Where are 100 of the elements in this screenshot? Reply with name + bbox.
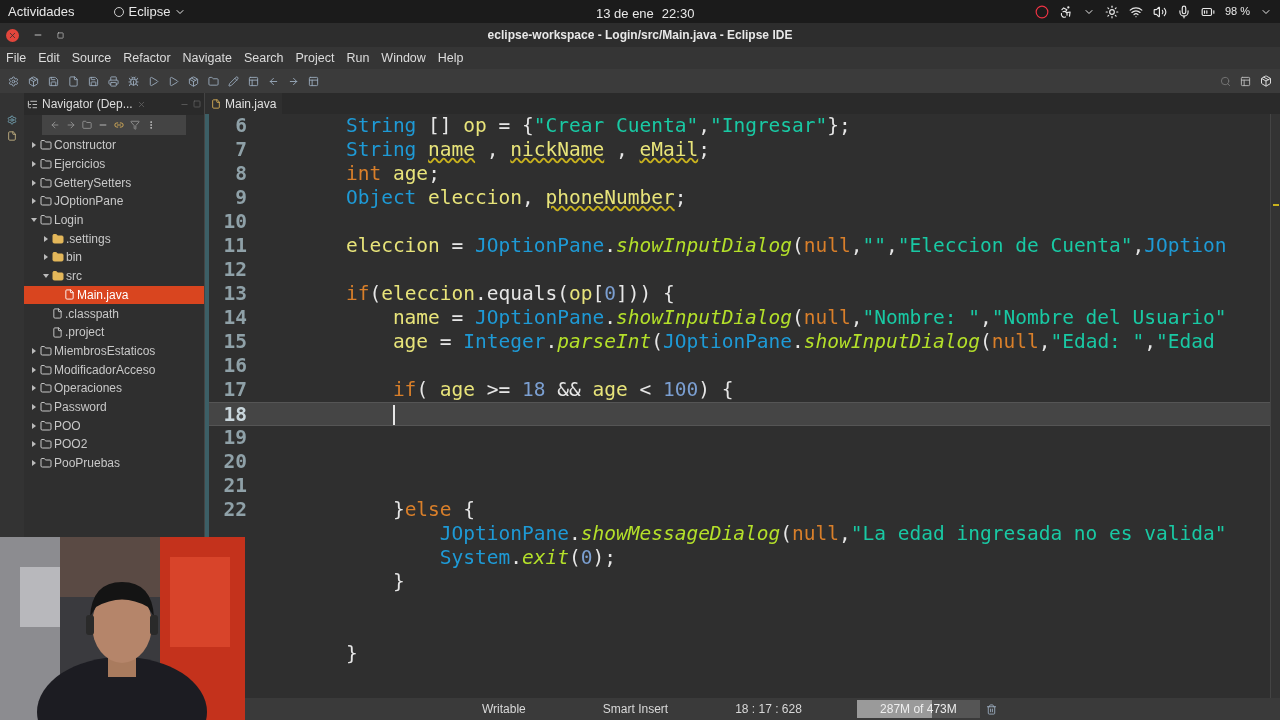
toolbar-icon[interactable] xyxy=(248,75,259,87)
forward-icon[interactable] xyxy=(66,120,76,130)
garbage-collect-icon[interactable] xyxy=(985,703,997,715)
collapsed-arrow-icon[interactable] xyxy=(30,440,38,449)
tree-item[interactable]: .classpath xyxy=(24,304,204,323)
brightness-icon[interactable] xyxy=(1104,4,1119,19)
tree-item[interactable]: MiembrosEstaticos xyxy=(24,341,204,361)
tree-item[interactable]: Main.java xyxy=(24,285,204,305)
java-perspective-icon[interactable] xyxy=(1260,75,1272,87)
project-folder-icon xyxy=(40,438,52,451)
code-token: "Edad xyxy=(1156,330,1215,354)
collapsed-arrow-icon[interactable] xyxy=(30,384,38,393)
restore-icon[interactable] xyxy=(57,31,64,39)
tree-item[interactable]: Password xyxy=(24,397,204,417)
clock-text[interactable]: 22:30 xyxy=(661,4,695,24)
tree-item[interactable]: PooPruebas xyxy=(24,453,204,473)
collapsed-arrow-icon[interactable] xyxy=(30,178,38,187)
tree-item[interactable]: POO xyxy=(24,416,204,435)
date-text[interactable]: 13 de ene xyxy=(596,4,654,24)
menu-item[interactable]: Edit xyxy=(38,48,60,68)
collapsed-arrow-icon[interactable] xyxy=(30,141,38,150)
code-token: [] xyxy=(427,114,453,138)
activities-button[interactable]: Actividades xyxy=(8,1,75,22)
link-icon[interactable] xyxy=(114,120,124,130)
code-token: , xyxy=(850,306,863,330)
accessibility-icon[interactable] xyxy=(1058,4,1073,19)
tree-item[interactable]: Constructor xyxy=(24,136,204,155)
folder-icon[interactable] xyxy=(82,120,92,130)
status-icon[interactable] xyxy=(1034,4,1049,19)
perspective-icon[interactable] xyxy=(1240,75,1251,87)
tree-item[interactable]: POO2 xyxy=(24,435,204,454)
volume-icon[interactable] xyxy=(1152,4,1167,19)
side-view-icon[interactable] xyxy=(7,131,17,141)
toolbar-icon[interactable] xyxy=(88,75,99,87)
toolbar-icon[interactable] xyxy=(148,75,159,87)
toolbar-icon[interactable] xyxy=(108,75,119,87)
editor-tab[interactable]: Main.java xyxy=(205,93,283,114)
toolbar-icon[interactable] xyxy=(68,75,79,87)
tree-label: Operaciones xyxy=(54,380,123,398)
collapsed-arrow-icon[interactable] xyxy=(30,197,38,206)
collapsed-arrow-icon[interactable] xyxy=(30,160,38,169)
menu-item[interactable]: Window xyxy=(381,48,426,68)
code-token: ( xyxy=(979,330,992,354)
toolbar-icon[interactable] xyxy=(48,75,59,87)
app-menu[interactable]: Eclipse xyxy=(114,1,187,22)
code-token: "Edad: " xyxy=(1050,330,1145,354)
tree-label: POO xyxy=(54,417,81,435)
search-icon[interactable] xyxy=(1220,75,1231,87)
collapsed-arrow-icon[interactable] xyxy=(42,234,50,243)
close-button[interactable] xyxy=(6,28,19,42)
collapsed-arrow-icon[interactable] xyxy=(30,346,38,355)
collapsed-arrow-icon[interactable] xyxy=(30,421,38,430)
collapsed-arrow-icon[interactable] xyxy=(42,253,50,262)
toolbar-icon[interactable] xyxy=(168,75,179,87)
code-token: , xyxy=(1132,234,1145,258)
battery-text: 98 % xyxy=(1224,4,1250,20)
code-token: ( xyxy=(569,546,581,570)
collapsed-arrow-icon[interactable] xyxy=(30,365,38,374)
tree-item[interactable]: .settings xyxy=(24,229,204,249)
toolbar-icon[interactable] xyxy=(288,75,299,87)
toolbar-icon[interactable] xyxy=(8,75,19,87)
code-editor[interactable] xyxy=(205,114,1280,698)
code-token: age xyxy=(392,162,429,186)
toolbar-icon[interactable] xyxy=(228,75,239,87)
wifi-icon[interactable] xyxy=(1128,4,1143,19)
tree-item[interactable]: bin xyxy=(24,248,204,267)
project-folder-icon xyxy=(40,139,52,152)
collapsed-arrow-icon[interactable] xyxy=(30,402,38,411)
toolbar-icon[interactable] xyxy=(28,75,39,87)
tree-item[interactable]: GetterySetters xyxy=(24,173,204,193)
toolbar-icon[interactable] xyxy=(128,75,139,87)
menu-item[interactable]: Refactor xyxy=(123,48,171,68)
microphone-icon[interactable] xyxy=(1176,4,1191,19)
menu-item[interactable]: File xyxy=(6,48,27,68)
tree-item[interactable]: src xyxy=(24,266,204,286)
menu-item[interactable]: Project xyxy=(295,48,335,68)
menu-item[interactable]: Search xyxy=(243,48,284,68)
code-token: null xyxy=(991,330,1039,354)
back-icon[interactable] xyxy=(50,120,60,130)
menu-item[interactable]: Run xyxy=(346,48,370,68)
tree-item[interactable]: .project xyxy=(24,322,204,342)
toolbar-icon[interactable] xyxy=(268,75,279,87)
java-file-icon xyxy=(64,289,75,301)
tree-item[interactable]: Login xyxy=(24,210,204,230)
tree-item[interactable]: ModificadorAcceso xyxy=(24,360,204,379)
tree-item[interactable]: JOptionPane xyxy=(24,192,204,211)
tree-item[interactable]: Ejercicios xyxy=(24,154,204,174)
side-view-icon[interactable] xyxy=(7,115,17,125)
tree-label: src xyxy=(66,268,82,286)
collapsed-arrow-icon[interactable] xyxy=(30,459,38,468)
toolbar-icon[interactable] xyxy=(208,75,219,87)
code-token: = xyxy=(450,234,465,258)
project-folder-icon xyxy=(40,419,52,432)
toolbar-icon[interactable] xyxy=(188,75,199,87)
menu-item[interactable]: Source xyxy=(71,48,112,68)
filter-icon[interactable] xyxy=(130,120,140,130)
toolbar-icon[interactable] xyxy=(308,75,319,87)
menu-item[interactable]: Help xyxy=(437,48,464,68)
tree-item[interactable]: Operaciones xyxy=(24,378,204,398)
menu-item[interactable]: Navigate xyxy=(182,48,232,68)
